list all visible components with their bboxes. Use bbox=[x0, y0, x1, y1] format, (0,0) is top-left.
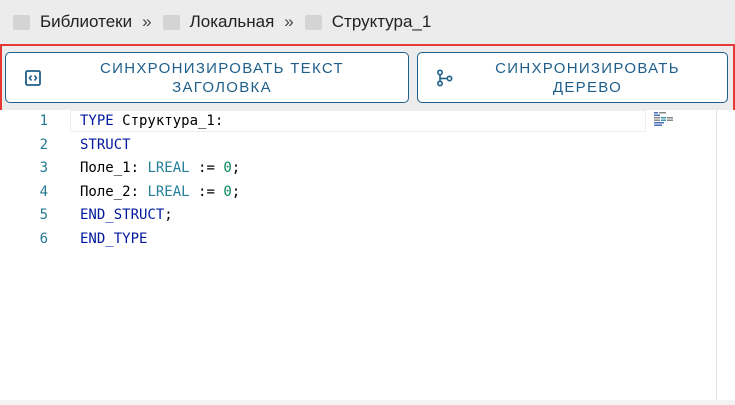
breadcrumb-separator: » bbox=[284, 12, 294, 31]
code-line[interactable]: END_TYPE bbox=[80, 228, 147, 252]
code-token: := bbox=[189, 160, 224, 177]
code-token: TYPE bbox=[80, 113, 114, 129]
code-token: STRUCT bbox=[80, 136, 131, 153]
breadcrumb-item-libraries[interactable]: Библиотеки bbox=[13, 12, 132, 32]
breadcrumb-item-structure[interactable]: Структура_1 bbox=[304, 12, 432, 32]
code-line[interactable]: END_STRUCT; bbox=[80, 204, 173, 228]
breadcrumb-label: Локальная bbox=[189, 12, 275, 31]
editor-vertical-scrollbar[interactable] bbox=[716, 110, 717, 405]
bottom-bar bbox=[0, 400, 735, 405]
code-line[interactable]: STRUCT bbox=[80, 134, 131, 158]
folder-icon bbox=[13, 14, 30, 30]
code-editor[interactable]: 1 2 3 4 5 6 TYPE Структура_1: STRUCT Поле_1: LR… bbox=[0, 110, 735, 405]
line-number: 1 bbox=[39, 113, 48, 129]
breadcrumb-separator: » bbox=[142, 12, 152, 31]
code-token: LREAL bbox=[147, 160, 190, 177]
line-number: 6 bbox=[39, 231, 48, 247]
code-token: Структура_1: bbox=[113, 113, 224, 129]
toolbar-highlight bbox=[0, 44, 735, 112]
code-token: ; bbox=[164, 207, 173, 224]
code-token: END_TYPE bbox=[80, 231, 148, 247]
line-number: 4 bbox=[39, 183, 48, 200]
code-token: LREAL bbox=[147, 183, 190, 200]
code-token: 0 bbox=[223, 160, 232, 177]
line-number: 5 bbox=[39, 207, 48, 224]
code-token: Поле_2: bbox=[80, 183, 148, 200]
breadcrumb-item-local[interactable]: Локальная bbox=[162, 12, 275, 32]
folder-icon bbox=[304, 14, 322, 30]
line-number: 2 bbox=[39, 136, 48, 153]
code-token: END_STRUCT bbox=[80, 207, 165, 224]
code-line[interactable]: TYPE Структура_1: bbox=[80, 110, 223, 134]
breadcrumb-label: Структура_1 bbox=[331, 12, 432, 31]
code-token: Поле_1: bbox=[80, 160, 148, 177]
code-token: ; bbox=[231, 183, 241, 200]
folder-icon bbox=[162, 14, 180, 30]
breadcrumb-label: Библиотеки bbox=[40, 12, 133, 31]
line-number: 3 bbox=[39, 160, 48, 177]
minimap[interactable] bbox=[654, 112, 678, 126]
code-token: := bbox=[189, 183, 224, 200]
code-token: ; bbox=[231, 160, 241, 177]
breadcrumb: Библиотеки » Локальная » Структура_1 bbox=[0, 0, 735, 44]
code-line[interactable]: Поле_2: LREAL := 0; bbox=[80, 181, 240, 205]
code-token: 0 bbox=[223, 183, 232, 200]
code-line[interactable]: Поле_1: LREAL := 0; bbox=[80, 157, 240, 181]
